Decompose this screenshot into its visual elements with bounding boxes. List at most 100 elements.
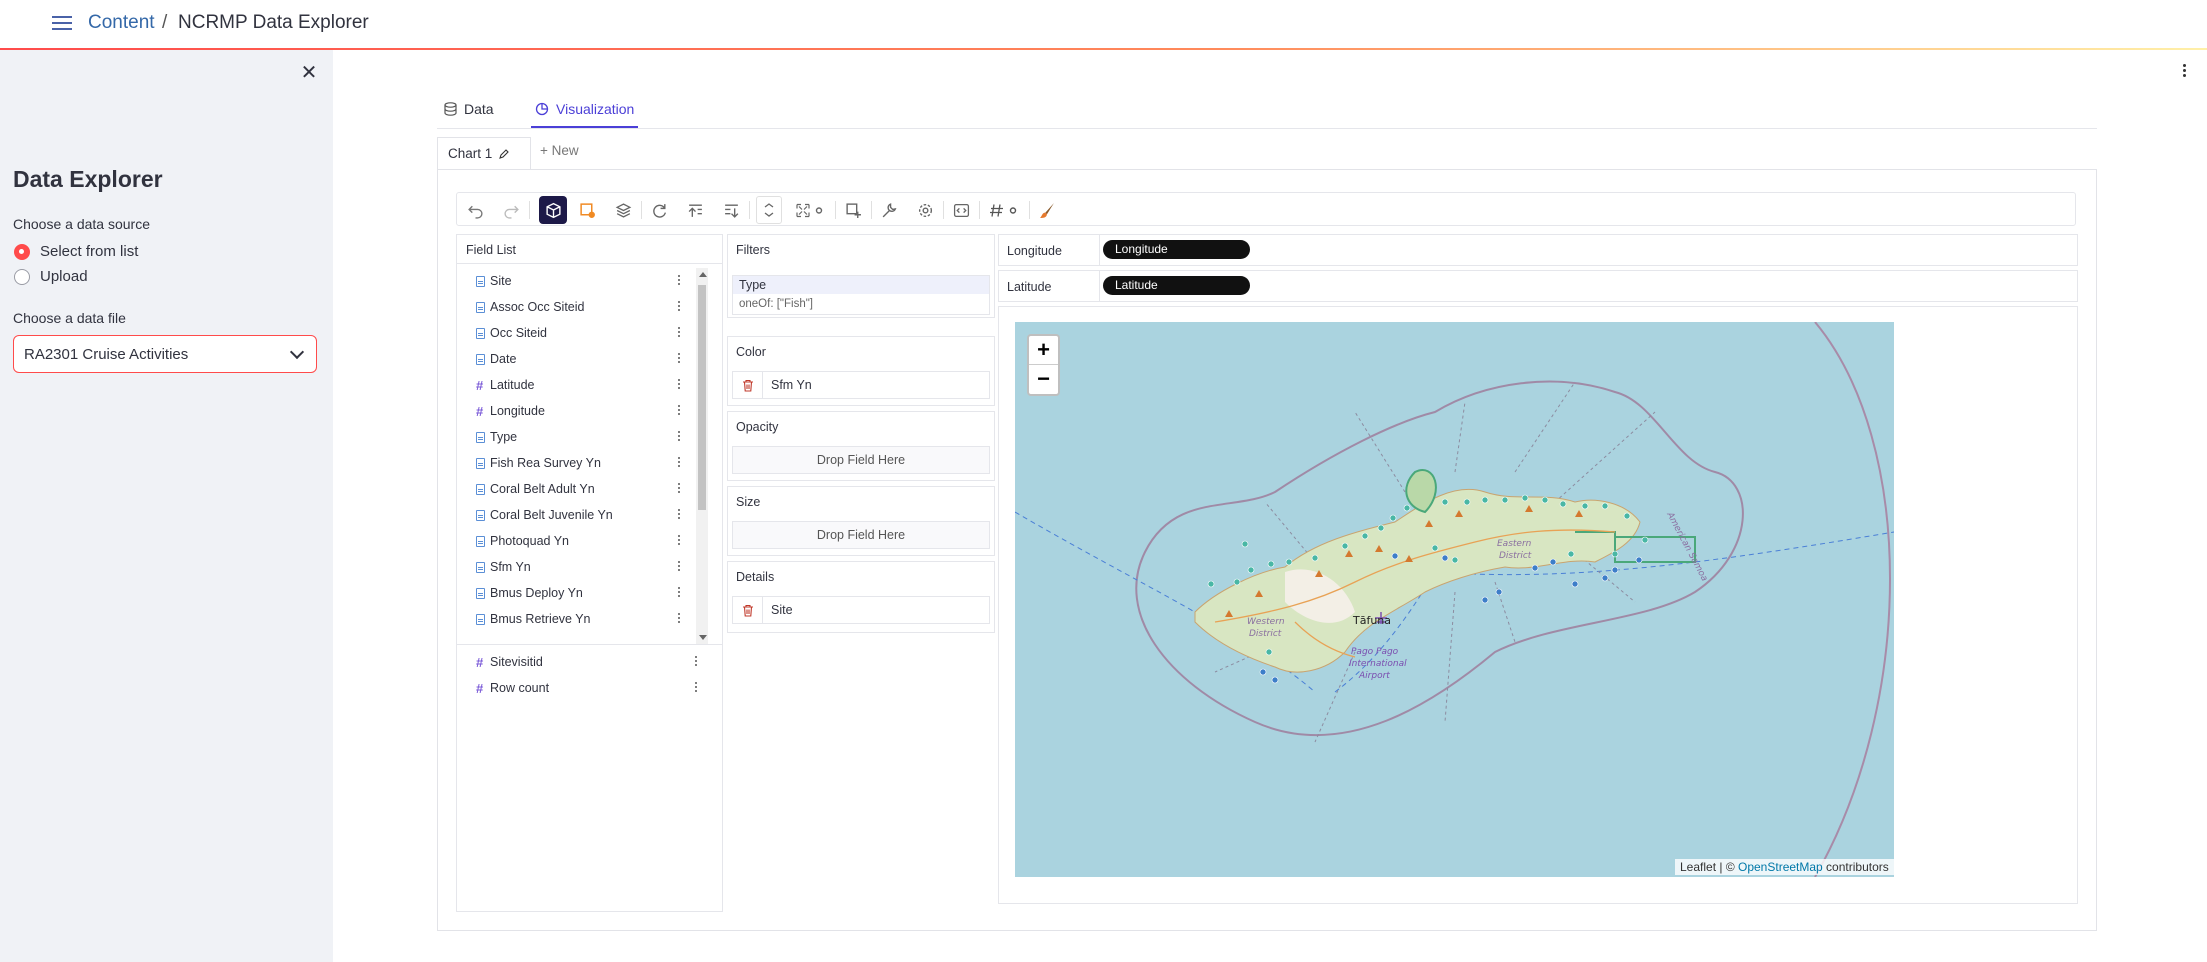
edit-icon[interactable] (499, 148, 510, 159)
zoom-out-button[interactable]: − (1029, 365, 1058, 394)
size-panel: Size Drop Field Here (727, 486, 995, 556)
scroll-down-icon[interactable] (699, 635, 707, 640)
field-list-item[interactable]: # Row count (476, 678, 549, 698)
sidebar-title: Data Explorer (13, 166, 163, 192)
text-field-icon (476, 587, 485, 599)
field-name: Longitude (490, 404, 545, 418)
scrollbar-thumb[interactable] (698, 285, 706, 510)
radio-checked-icon[interactable] (14, 243, 30, 260)
trash-icon[interactable] (733, 372, 763, 398)
scroll-up-icon[interactable] (699, 272, 707, 277)
field-list-item[interactable]: # Longitude (476, 401, 545, 421)
field-list-item[interactable]: Coral Belt Juvenile Yn (476, 505, 613, 525)
map-attribution: Leaflet | © OpenStreetMap contributors (1675, 859, 1894, 875)
field-menu-icon[interactable] (676, 482, 682, 496)
map-label-western: District (1249, 629, 1282, 639)
field-name: Site (490, 274, 512, 288)
data-file-select[interactable]: RA2301 Cruise Activities (13, 335, 317, 373)
field-menu-icon[interactable] (676, 430, 682, 444)
export-icon[interactable] (843, 200, 863, 220)
trash-icon[interactable] (733, 597, 763, 623)
chevron-down-icon (289, 344, 305, 359)
map-label-town: Tāfuna (1352, 614, 1391, 627)
gear-icon[interactable] (915, 200, 935, 220)
color-field[interactable]: Sfm Yn (732, 371, 990, 399)
close-icon[interactable]: ✕ (298, 62, 320, 84)
radio-label: Upload (40, 268, 88, 285)
field-list-item[interactable]: # Sitevisitid (476, 652, 543, 672)
new-chart-button[interactable]: + New (540, 143, 579, 158)
field-menu-icon[interactable] (676, 508, 682, 522)
field-list-title: Field List (466, 243, 517, 257)
field-menu-icon[interactable] (676, 274, 682, 288)
field-menu-icon[interactable] (676, 326, 682, 340)
hash-icon: # (476, 654, 484, 670)
field-name: Photoquad Yn (490, 534, 570, 548)
tab-chart-1[interactable]: Chart 1 (437, 137, 531, 169)
measures-divider (456, 644, 723, 645)
hash-settings-icon[interactable] (987, 200, 1021, 220)
field-list-item[interactable]: Bmus Retrieve Yn (476, 609, 591, 629)
field-list-item[interactable]: Date (476, 349, 516, 369)
cube-mark-icon[interactable] (539, 196, 567, 224)
field-menu-icon[interactable] (693, 655, 699, 669)
wrench-icon[interactable] (879, 200, 899, 220)
field-list-item[interactable]: Site (476, 271, 512, 291)
field-list-item[interactable]: Photoquad Yn (476, 531, 569, 551)
text-field-icon (476, 457, 485, 469)
sort-ascending-icon[interactable] (685, 200, 705, 220)
field-menu-icon[interactable] (676, 586, 682, 600)
menu-icon[interactable] (52, 16, 72, 32)
layers-icon[interactable] (613, 200, 633, 220)
field-list-item[interactable]: # Latitude (476, 375, 534, 395)
undo-icon[interactable] (465, 200, 485, 220)
code-icon[interactable] (951, 200, 971, 220)
field-list-item[interactable]: Occ Siteid (476, 323, 547, 343)
field-menu-icon[interactable] (676, 612, 682, 626)
field-list-item[interactable]: Assoc Occ Siteid (476, 297, 584, 317)
sort-descending-icon[interactable] (721, 200, 741, 220)
x-axis-field-pill[interactable]: Longitude (1103, 240, 1250, 259)
breadcrumb-content-link[interactable]: Content (88, 12, 155, 34)
field-menu-icon[interactable] (676, 456, 682, 470)
field-list-item[interactable]: Fish Rea Survey Yn (476, 453, 601, 473)
main-menu-icon[interactable] (2182, 64, 2186, 80)
zoom-in-button[interactable]: + (1029, 336, 1058, 365)
select-value: RA2301 Cruise Activities (24, 345, 189, 363)
shape-icon[interactable] (577, 200, 597, 220)
fullscreen-settings-icon[interactable] (793, 200, 827, 220)
field-menu-icon[interactable] (676, 534, 682, 548)
details-field[interactable]: Site (732, 596, 990, 624)
field-menu-icon[interactable] (676, 404, 682, 418)
brush-icon[interactable] (1037, 200, 1057, 220)
size-drop-zone[interactable]: Drop Field Here (732, 521, 990, 549)
radio-unchecked-icon[interactable] (14, 268, 30, 285)
filter-item[interactable]: Type oneOf: ["Fish"] (732, 275, 990, 315)
map-label-samoa: American Samoa (1664, 510, 1709, 583)
y-axis-field-pill[interactable]: Latitude (1103, 276, 1250, 295)
tab-data[interactable]: Data (442, 101, 498, 126)
field-list-item[interactable]: Bmus Deploy Yn (476, 583, 583, 603)
tab-visualization[interactable]: Visualization (531, 101, 639, 128)
field-menu-icon[interactable] (693, 681, 699, 695)
opacity-drop-zone[interactable]: Drop Field Here (732, 446, 990, 474)
field-menu-icon[interactable] (676, 300, 682, 314)
radio-select-from-list[interactable]: Select from list (14, 243, 138, 260)
refresh-icon[interactable] (649, 200, 669, 220)
radio-upload[interactable]: Upload (14, 268, 88, 285)
redo-icon[interactable] (501, 200, 521, 220)
field-menu-icon[interactable] (676, 560, 682, 574)
field-list-item[interactable]: Coral Belt Adult Yn (476, 479, 595, 499)
details-panel: Details Site (727, 561, 995, 633)
openstreetmap-link[interactable]: OpenStreetMap (1738, 860, 1823, 874)
field-name: Sitevisitid (490, 655, 543, 669)
opacity-panel: Opacity Drop Field Here (727, 411, 995, 481)
field-menu-icon[interactable] (676, 352, 682, 366)
leaflet-link[interactable]: Leaflet (1680, 860, 1716, 874)
map[interactable]: Tāfuna Pago Pago International Airport W… (1015, 322, 1894, 877)
expand-button[interactable] (756, 196, 782, 224)
field-list-item[interactable]: Sfm Yn (476, 557, 531, 577)
map-tiles[interactable]: Tāfuna Pago Pago International Airport W… (1015, 322, 1894, 877)
field-menu-icon[interactable] (676, 378, 682, 392)
field-list-item[interactable]: Type (476, 427, 517, 447)
